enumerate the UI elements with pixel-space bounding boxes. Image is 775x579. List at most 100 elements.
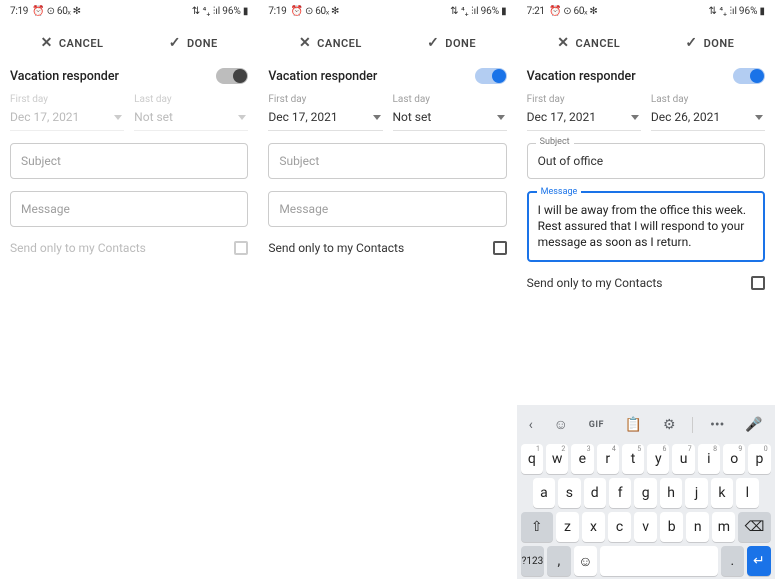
screen-1: 7:19 ⏰ ⊙ 60ₓ ✻ ⇅ ⁴₊ ⫶ıl96%▮ ✕CANCEL ✓DON… [0,0,258,579]
page-title: Vacation responder [527,69,636,84]
kb-more-icon[interactable]: ••• [706,415,728,435]
check-icon: ✓ [169,35,181,51]
last-day-label: Last day [651,94,765,105]
kb-back-icon[interactable]: ‹ [525,415,537,435]
key-symbols[interactable]: ?123 [521,546,545,576]
send-only-checkbox[interactable] [493,241,507,255]
done-button[interactable]: ✓DONE [169,35,218,51]
soft-keyboard: ‹ ☺ GIF 📋 ⚙ ••• 🎤 q1w2e3r4t5y6u7i8o9p0 a… [517,405,775,579]
key-b[interactable]: b [660,512,683,542]
chevron-down-icon [373,115,381,120]
done-button[interactable]: ✓DONE [685,35,734,51]
done-button[interactable]: ✓DONE [427,35,476,51]
key-a[interactable]: a [533,478,555,508]
last-day-label: Last day [134,94,248,105]
chevron-down-icon [755,115,763,120]
status-bar: 7:19 ⏰ ⊙ 60ₓ ✻ ⇅ ⁴₊ ⫶ıl96%▮ [258,0,516,22]
page-title: Vacation responder [10,69,119,84]
first-day-label: First day [10,94,124,105]
responder-toggle[interactable] [733,68,765,84]
first-day-label: First day [268,94,382,105]
close-icon: ✕ [41,35,53,51]
status-bar: 7:21 ⏰ ⊙ 60ₓ ✻ ⇅ ⁴₊ ⫶ıl96%▮ [517,0,775,22]
key-w[interactable]: w2 [546,444,568,474]
subject-input[interactable]: Subject [10,143,248,179]
key-k[interactable]: k [711,478,733,508]
key-space[interactable] [600,546,718,576]
kb-settings-icon[interactable]: ⚙ [659,415,680,435]
page-title: Vacation responder [268,69,377,84]
first-day-dropdown[interactable]: Dec 17, 2021 [527,107,641,131]
key-p[interactable]: p0 [748,444,770,474]
send-only-label: Send only to my Contacts [10,241,146,255]
key-x[interactable]: x [582,512,605,542]
kb-mic-icon[interactable]: 🎤 [741,415,766,435]
top-bar: ✕CANCEL ✓DONE [517,22,775,64]
chevron-down-icon [114,115,122,120]
status-bar: 7:19 ⏰ ⊙ 60ₓ ✻ ⇅ ⁴₊ ⫶ıl96%▮ [0,0,258,22]
kb-clipboard-icon[interactable]: 📋 [621,415,646,435]
key-i[interactable]: i8 [698,444,720,474]
send-only-label: Send only to my Contacts [268,241,404,255]
first-day-label: First day [527,94,641,105]
send-only-checkbox[interactable] [234,241,248,255]
subject-input[interactable]: Subject Out of office [527,143,765,179]
kb-gif-button[interactable]: GIF [585,418,608,432]
key-j[interactable]: j [685,478,707,508]
check-icon: ✓ [427,35,439,51]
key-backspace[interactable]: ⌫ [738,512,770,542]
first-day-dropdown[interactable]: Dec 17, 2021 [10,107,124,131]
send-only-checkbox[interactable] [751,276,765,290]
responder-toggle[interactable] [475,68,507,84]
separator [692,417,693,433]
message-input[interactable]: Message I will be away from the office t… [527,191,765,262]
message-input[interactable]: Message [10,191,248,227]
key-l[interactable]: l [736,478,758,508]
key-y[interactable]: y6 [647,444,669,474]
key-period[interactable]: . [721,546,745,576]
key-d[interactable]: d [584,478,606,508]
top-bar: ✕CANCEL ✓DONE [0,22,258,64]
key-h[interactable]: h [660,478,682,508]
key-shift[interactable]: ⇧ [521,512,553,542]
key-t[interactable]: t5 [622,444,644,474]
kb-sticker-icon[interactable]: ☺ [550,414,572,435]
key-enter[interactable]: ↵ [747,546,771,576]
first-day-dropdown[interactable]: Dec 17, 2021 [268,107,382,131]
cancel-button[interactable]: ✕CANCEL [299,35,362,51]
key-n[interactable]: n [686,512,709,542]
key-f[interactable]: f [609,478,631,508]
message-float-label: Message [537,186,582,198]
message-input[interactable]: Message [268,191,506,227]
key-comma[interactable]: , [547,546,571,576]
cancel-button[interactable]: ✕CANCEL [41,35,104,51]
key-m[interactable]: m [712,512,735,542]
key-emoji[interactable]: ☺ [574,546,598,576]
key-u[interactable]: u7 [672,444,694,474]
last-day-dropdown[interactable]: Dec 26, 2021 [651,107,765,131]
key-s[interactable]: s [558,478,580,508]
key-g[interactable]: g [634,478,656,508]
key-v[interactable]: v [634,512,657,542]
subject-float-label: Subject [536,137,574,147]
subject-input[interactable]: Subject [268,143,506,179]
check-icon: ✓ [685,35,697,51]
key-e[interactable]: e3 [571,444,593,474]
close-icon: ✕ [299,35,311,51]
chevron-down-icon [497,115,505,120]
chevron-down-icon [631,115,639,120]
last-day-dropdown[interactable]: Not set [134,107,248,131]
send-only-label: Send only to my Contacts [527,276,663,290]
last-day-label: Last day [393,94,507,105]
last-day-dropdown[interactable]: Not set [393,107,507,131]
key-o[interactable]: o9 [723,444,745,474]
key-z[interactable]: z [556,512,579,542]
key-q[interactable]: q1 [521,444,543,474]
chevron-down-icon [238,115,246,120]
cancel-button[interactable]: ✕CANCEL [557,35,620,51]
responder-toggle[interactable] [216,68,248,84]
screen-3: 7:21 ⏰ ⊙ 60ₓ ✻ ⇅ ⁴₊ ⫶ıl96%▮ ✕CANCEL ✓DON… [517,0,775,579]
top-bar: ✕CANCEL ✓DONE [258,22,516,64]
key-r[interactable]: r4 [597,444,619,474]
key-c[interactable]: c [608,512,631,542]
